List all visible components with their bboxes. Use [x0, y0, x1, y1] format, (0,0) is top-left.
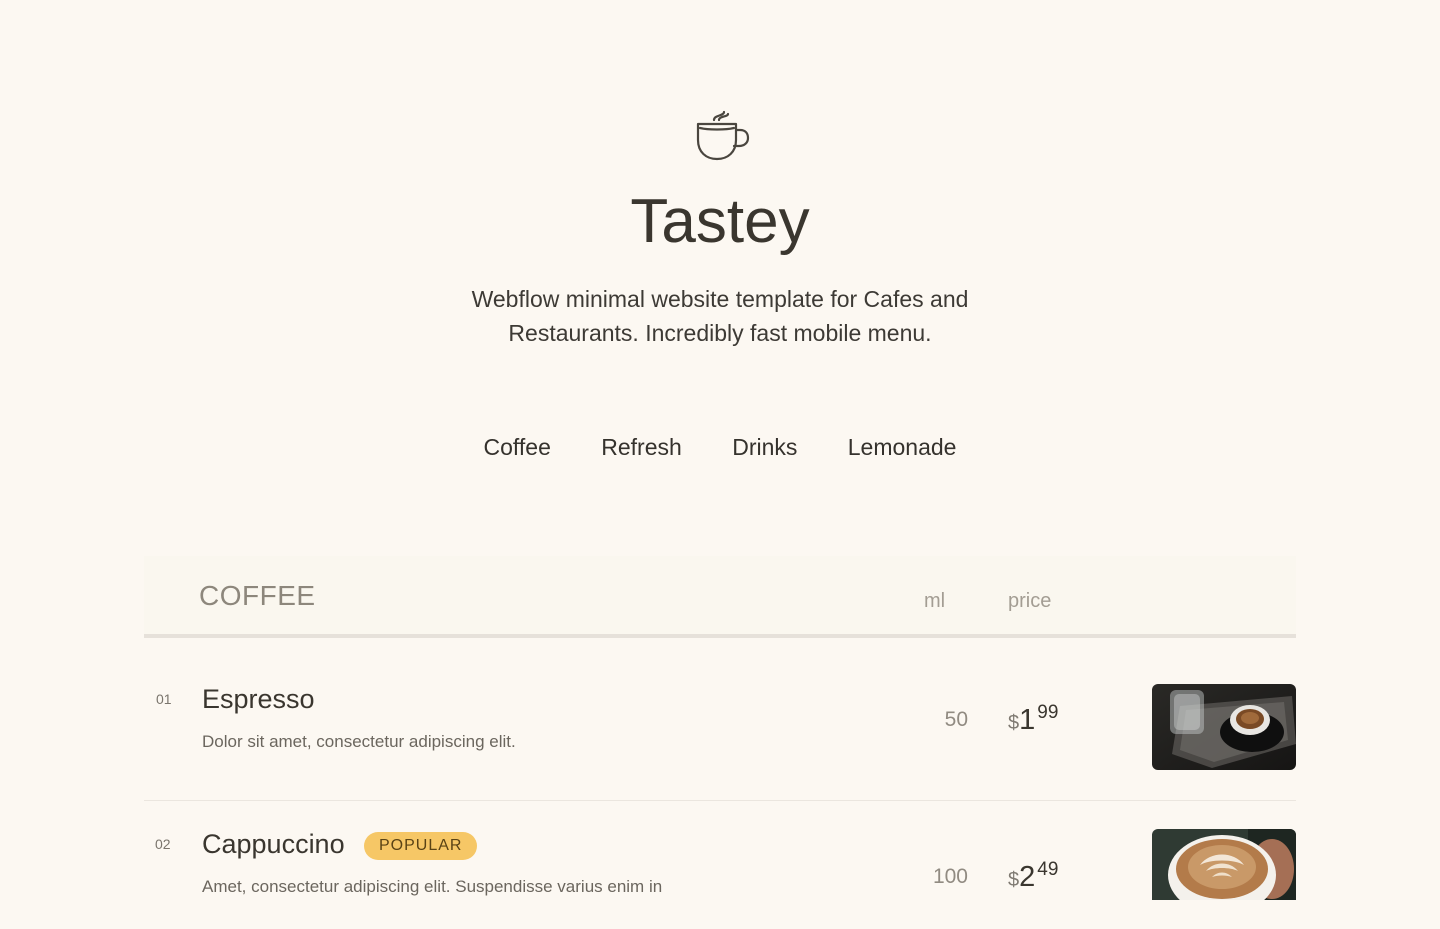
- price-cents: 49: [1037, 859, 1059, 880]
- menu-category-title: COFFEE: [199, 580, 316, 611]
- item-divider: [144, 800, 1296, 801]
- price-cents: 99: [1037, 702, 1059, 723]
- currency-symbol: $: [1008, 712, 1020, 734]
- cappuccino-photo: [1152, 829, 1296, 900]
- item-name: Cappuccino: [202, 829, 345, 859]
- menu-item-espresso[interactable]: 01 Espresso Dolor sit amet, consectetur …: [144, 684, 1296, 784]
- header-divider: [144, 634, 1296, 638]
- nav-item-coffee[interactable]: Coffee: [484, 434, 551, 461]
- menu-item-cappuccino[interactable]: 02 Cappuccino POPULAR Amet, consectetur …: [144, 829, 1296, 929]
- nav-item-drinks[interactable]: Drinks: [732, 434, 797, 461]
- item-ml: 50: [944, 708, 968, 731]
- price-whole: 1: [1019, 704, 1036, 736]
- currency-symbol: $: [1008, 869, 1020, 891]
- category-nav: Coffee Refresh Drinks Lemonade: [0, 434, 1440, 461]
- column-header-price: price: [1008, 590, 1052, 612]
- site-subtitle: Webflow minimal website template for Caf…: [471, 286, 969, 346]
- price-whole: 2: [1019, 861, 1036, 893]
- site-title: Tastey: [630, 187, 810, 256]
- item-name: Espresso: [202, 684, 315, 714]
- item-description: Dolor sit amet, consectetur adipiscing e…: [202, 732, 516, 751]
- item-price: $1 99: [1008, 702, 1058, 737]
- item-description: Amet, consectetur adipiscing elit. Suspe…: [202, 877, 663, 896]
- menu-header: COFFEE ml price: [144, 556, 1296, 638]
- item-price: $2 49: [1008, 859, 1058, 894]
- nav-item-lemonade[interactable]: Lemonade: [848, 434, 957, 461]
- coffee-cup-icon: [696, 110, 750, 161]
- item-number: 02: [155, 836, 171, 852]
- item-ml: 100: [932, 865, 968, 888]
- espresso-photo: [1152, 684, 1296, 770]
- column-header-ml: ml: [924, 590, 946, 612]
- nav-item-refresh[interactable]: Refresh: [601, 434, 682, 461]
- popular-badge: POPULAR: [364, 832, 478, 860]
- item-number: 01: [156, 691, 172, 707]
